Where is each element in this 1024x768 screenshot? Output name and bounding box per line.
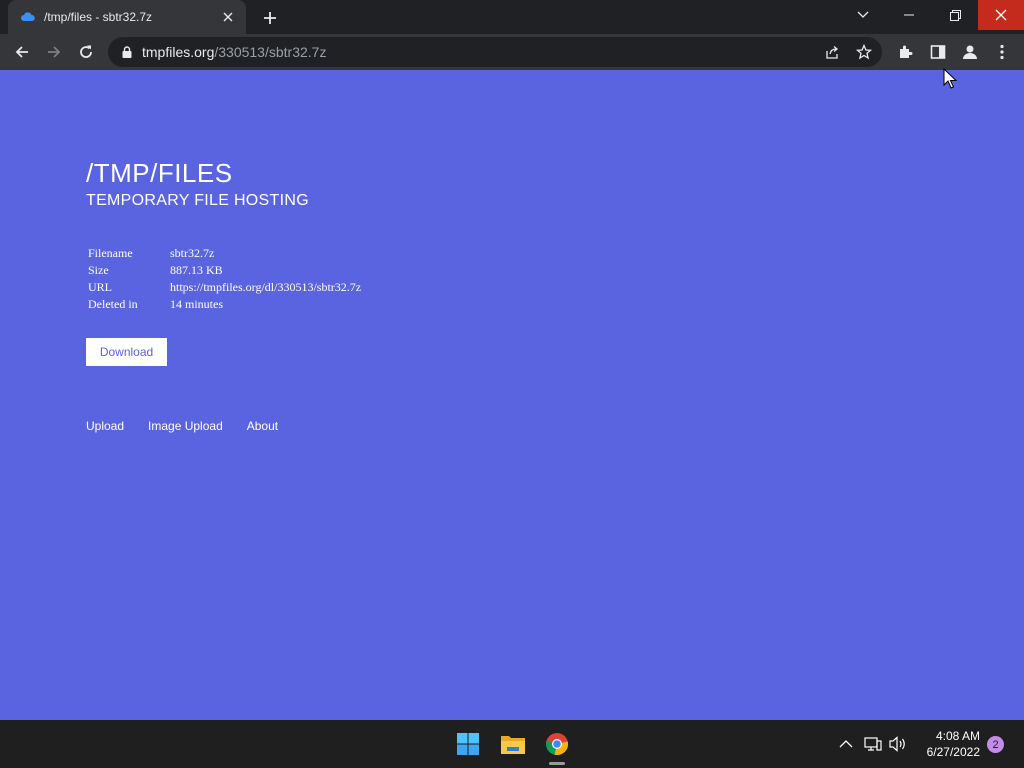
address-bar[interactable]: tmpfiles.org/330513/sbtr32.7z [108, 37, 882, 67]
close-tab-icon[interactable] [220, 9, 236, 25]
deleted-in-value: 14 minutes [170, 297, 223, 311]
table-row: Deleted in 14 minutes [88, 296, 361, 313]
extensions-icon[interactable] [892, 38, 920, 66]
about-link[interactable]: About [247, 419, 278, 433]
file-info-table: Filename sbtr32.7z Size 887.13 KB URL ht… [88, 245, 361, 313]
minimize-button[interactable] [886, 0, 932, 30]
size-value: 887.13 KB [170, 263, 223, 277]
size-label: Size [88, 263, 109, 277]
browser-toolbar: tmpfiles.org/330513/sbtr32.7z [0, 34, 1024, 70]
url-label: URL [88, 280, 112, 294]
tab-search-button[interactable] [840, 0, 886, 30]
upload-link[interactable]: Upload [86, 419, 124, 433]
url-host: tmpfiles.org [142, 44, 215, 60]
new-tab-button[interactable] [256, 4, 284, 32]
browser-titlebar: /tmp/files - sbtr32.7z [0, 0, 1024, 34]
system-clock[interactable]: 4:08 AM 6/27/2022 [916, 728, 980, 760]
tab-title: /tmp/files - sbtr32.7z [44, 10, 153, 24]
table-row: Size 887.13 KB [88, 262, 361, 279]
filename-label: Filename [88, 246, 133, 260]
image-upload-link[interactable]: Image Upload [148, 419, 223, 433]
page-title: /TMP/FILES [86, 158, 233, 188]
clock-date: 6/27/2022 [926, 745, 980, 759]
table-row: URL https://tmpfiles.org/dl/330513/sbtr3… [88, 279, 361, 296]
bookmark-star-icon[interactable] [856, 44, 872, 60]
taskbar: 4:08 AM 6/27/2022 [0, 720, 1024, 768]
page-content: /TMP/FILES TEMPORARY FILE HOSTING Filena… [0, 70, 1024, 720]
menu-kebab-icon[interactable] [988, 38, 1016, 66]
chevron-up-icon[interactable] [836, 734, 856, 754]
network-icon[interactable] [863, 734, 883, 754]
notification-badge[interactable]: 2 [987, 736, 1004, 753]
side-panel-icon[interactable] [924, 38, 952, 66]
volume-icon[interactable] [888, 734, 908, 754]
active-app-indicator [549, 762, 565, 765]
forward-button[interactable] [40, 38, 68, 66]
profile-icon[interactable] [956, 38, 984, 66]
table-row: Filename sbtr32.7z [88, 245, 361, 262]
browser-tab[interactable]: /tmp/files - sbtr32.7z [8, 0, 246, 34]
deleted-in-label: Deleted in [88, 297, 138, 311]
back-button[interactable] [8, 38, 36, 66]
lock-icon[interactable] [122, 46, 132, 58]
filename-value: sbtr32.7z [170, 246, 215, 260]
close-window-button[interactable] [978, 0, 1024, 30]
chrome-icon[interactable] [541, 728, 573, 760]
clock-time: 4:08 AM [935, 729, 980, 743]
restore-button[interactable] [932, 0, 978, 30]
file-explorer-icon[interactable] [497, 728, 529, 760]
reload-button[interactable] [72, 38, 100, 66]
page-subtitle: TEMPORARY FILE HOSTING [86, 192, 309, 209]
footer-nav: Upload Image Upload About [86, 419, 302, 433]
download-button[interactable]: Download [86, 338, 167, 366]
url-value: https://tmpfiles.org/dl/330513/sbtr32.7z [170, 280, 362, 294]
share-icon[interactable] [824, 44, 840, 60]
mouse-cursor-icon [943, 67, 958, 90]
windows-start-icon[interactable] [452, 728, 484, 760]
cloud-icon [20, 9, 36, 25]
url-path: /330513/sbtr32.7z [214, 44, 327, 60]
